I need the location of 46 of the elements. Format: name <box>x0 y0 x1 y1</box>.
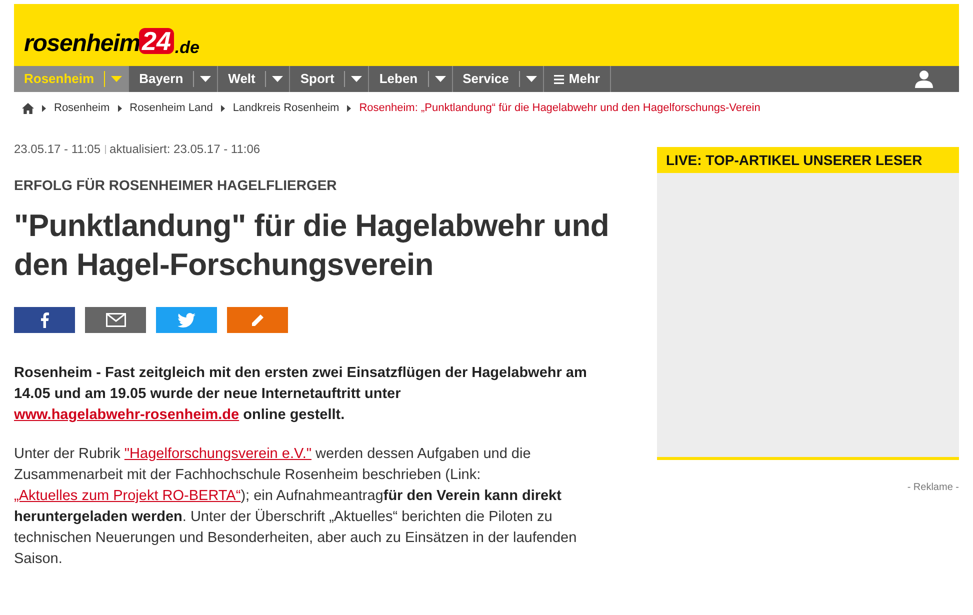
widget-title: LIVE: TOP-ARTIKEL UNSERER LESER <box>657 147 959 173</box>
publish-date: 23.05.17 - 11:05 <box>14 141 101 158</box>
caret-icon <box>526 76 537 82</box>
breadcrumb-link[interactable]: Rosenheim <box>54 100 110 116</box>
comment-button[interactable] <box>227 307 288 333</box>
text-link[interactable]: www.hagelabwehr-rosenheim.de <box>14 407 240 423</box>
pencil-icon <box>251 314 264 326</box>
nav-tab[interactable]: Service <box>452 66 519 92</box>
text-link[interactable]: "Hagelforschungsverein e.V." <box>124 446 312 462</box>
article-headline: "Punktlandung" für die Hagelabwehr und den Hagel-Forschungsverein <box>14 207 610 284</box>
chevron-icon <box>118 104 122 112</box>
caret-icon <box>434 76 446 82</box>
body-paragraph: Unter der Rubrik "Hagelforschungsverein e.V." werden dessen Aufgaben und die Zusammenarbeit mit der Fachhochschule Rosenheim beschrieben (Link: „Aktuelles zum Projekt RO-BERTA“); ein Aufnahmeantragfür den Verein kann direkt heruntergeladen werden. Unter der Überschrift „Aktuelles“ berichten die Piloten zu technischen Neuerungen und Besonderheiten, aber auch zu Einsätzen in der laufenden Saison. <box>14 445 578 569</box>
caret-icon <box>111 76 122 82</box>
article-kicker: ERFOLG FÜR ROSENHEIMER HAGELFLIERGER <box>14 176 338 195</box>
update-date: aktualisiert: 23.05.17 - 11:06 <box>110 141 260 158</box>
nav-tab[interactable]: Leben <box>369 66 428 92</box>
chevron-icon <box>347 104 352 112</box>
text-link[interactable]: „Aktuelles zum Projekt RO-BERTA“ <box>14 488 241 504</box>
logo-text[interactable]: rosenheim <box>24 32 140 56</box>
ad-label: - Reklame - <box>907 481 959 495</box>
nav-tab[interactable]: Bayern <box>129 66 194 92</box>
bird-icon <box>177 312 196 328</box>
logo-suffix[interactable]: .de <box>174 39 200 56</box>
lead-paragraph: Rosenheim - Fast zeitgleich mit den ersten zwei Einsatzflügen der Hagelabwehr am 14.05 und am 19.05 wurde der neue Internetauftritt unter www.hagelabwehr-rosenheim.de online gestellt. <box>14 364 588 425</box>
chevron-icon <box>42 104 46 112</box>
caret-icon <box>200 76 212 82</box>
chevron-icon <box>220 104 225 112</box>
breadcrumb-link[interactable]: Rosenheim: „Punktlandung“ für die Hagelabwehr und den Hagelforschungs-Verein <box>359 100 760 116</box>
facebook-icon <box>40 312 49 328</box>
breadcrumb-link[interactable]: Landkreis Rosenheim <box>232 100 340 116</box>
home-icon <box>22 102 34 114</box>
envelope-icon <box>106 313 126 327</box>
menu-icon <box>554 74 564 84</box>
nav-tab[interactable]: Sport <box>290 66 344 92</box>
twitter-share-button[interactable] <box>156 307 217 333</box>
user-icon <box>915 70 933 88</box>
nav-tab[interactable]: Welt <box>218 66 266 92</box>
breadcrumb-link[interactable]: Rosenheim Land <box>130 100 213 116</box>
email-share-button[interactable] <box>85 307 146 333</box>
nav-tab[interactable]: Mehr <box>544 66 611 92</box>
facebook-share-button[interactable] <box>14 307 75 333</box>
caret-icon <box>272 76 284 82</box>
home-link[interactable] <box>22 102 34 114</box>
logo-number[interactable]: 24 <box>138 28 174 54</box>
caret-icon <box>351 76 362 82</box>
